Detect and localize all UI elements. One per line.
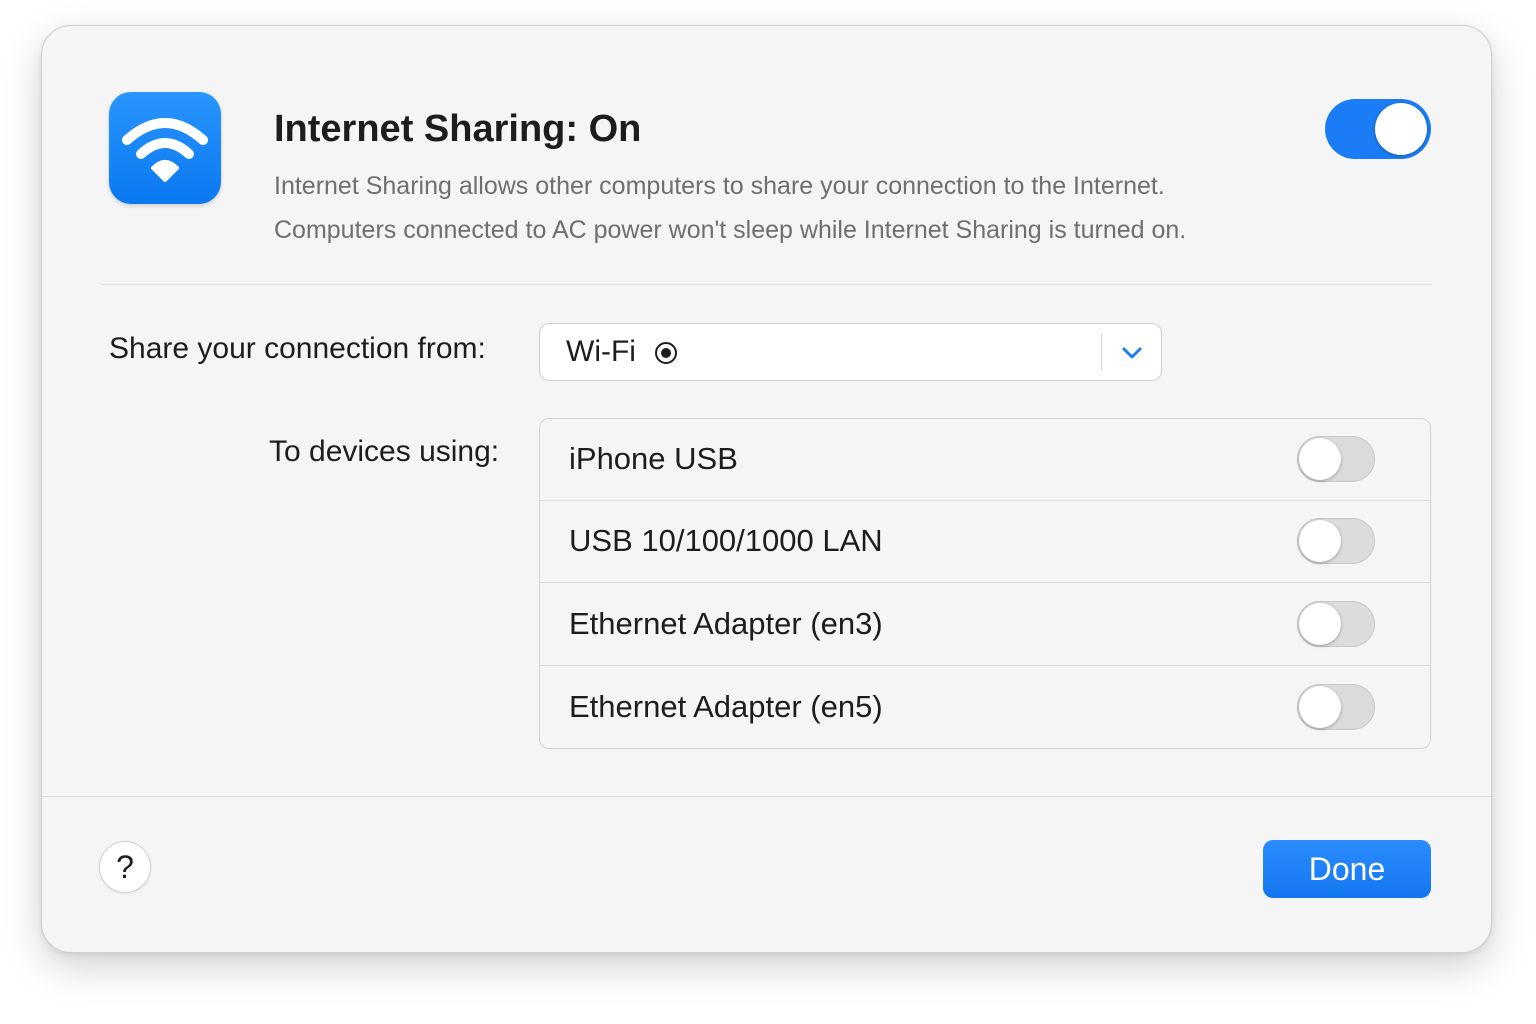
- internet-sharing-toggle[interactable]: [1325, 99, 1431, 159]
- device-toggle-iphone-usb[interactable]: [1297, 436, 1375, 482]
- device-toggle-ethernet-en5[interactable]: [1297, 684, 1375, 730]
- device-row-usb-lan: USB 10/100/1000 LAN: [540, 501, 1430, 583]
- header-divider: [102, 284, 1432, 285]
- device-list: iPhone USB USB 10/100/1000 LAN Ethernet …: [539, 418, 1431, 749]
- select-divider: [1101, 334, 1102, 370]
- toggle-knob: [1299, 603, 1341, 645]
- device-label: Ethernet Adapter (en5): [569, 689, 883, 724]
- internet-sharing-dialog: Internet Sharing: On Internet Sharing al…: [41, 25, 1492, 953]
- device-row-ethernet-en5: Ethernet Adapter (en5): [540, 667, 1430, 748]
- to-devices-label: To devices using:: [269, 435, 500, 468]
- share-from-value: Wi-Fi: [566, 335, 636, 368]
- device-toggle-usb-lan[interactable]: [1297, 518, 1375, 564]
- device-row-iphone-usb: iPhone USB: [540, 419, 1430, 501]
- wifi-icon: [109, 92, 221, 204]
- device-label: Ethernet Adapter (en3): [569, 606, 883, 641]
- toggle-knob: [1299, 438, 1341, 480]
- device-label: USB 10/100/1000 LAN: [569, 523, 883, 558]
- help-button[interactable]: ?: [99, 841, 151, 893]
- device-row-ethernet-en3: Ethernet Adapter (en3): [540, 584, 1430, 666]
- share-from-select[interactable]: Wi-Fi: [539, 323, 1162, 381]
- toggle-knob: [1299, 520, 1341, 562]
- toggle-knob: [1375, 103, 1427, 155]
- chevron-down-icon[interactable]: [1120, 342, 1144, 364]
- done-button[interactable]: Done: [1263, 840, 1431, 898]
- description-line-1: Internet Sharing allows other computers …: [274, 172, 1165, 200]
- radio-dot-icon: [655, 342, 677, 364]
- footer-divider: [42, 796, 1491, 797]
- share-from-label: Share your connection from:: [109, 332, 486, 365]
- device-label: iPhone USB: [569, 441, 738, 476]
- page-title: Internet Sharing: On: [274, 108, 642, 150]
- description-line-2: Computers connected to AC power won't sl…: [274, 216, 1187, 244]
- toggle-knob: [1299, 686, 1341, 728]
- device-toggle-ethernet-en3[interactable]: [1297, 601, 1375, 647]
